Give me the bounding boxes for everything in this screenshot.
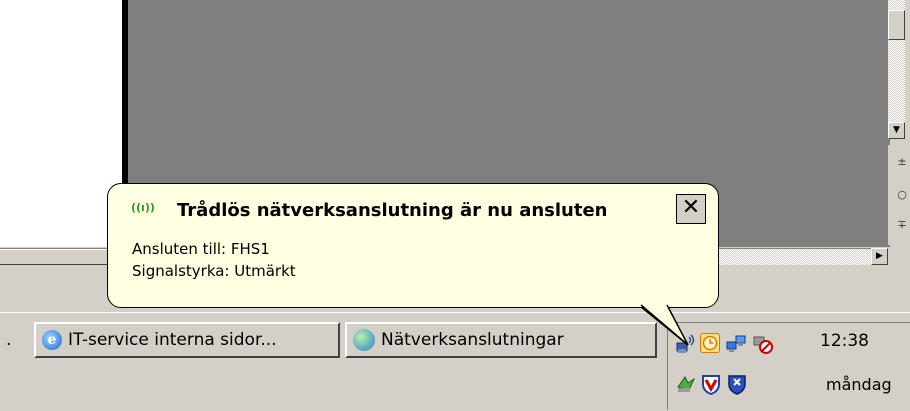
balloon-title: Trådlös nätverksanslutning är nu anslute… (177, 200, 608, 221)
balloon-signal-strength: Signalstyrka: Utmärkt (132, 262, 296, 280)
balloon-connected-to: Ansluten till: FHS1 (132, 240, 270, 258)
close-button[interactable]: ✕ (676, 194, 706, 224)
wireless-signal-icon: ((ı)) (131, 201, 155, 214)
